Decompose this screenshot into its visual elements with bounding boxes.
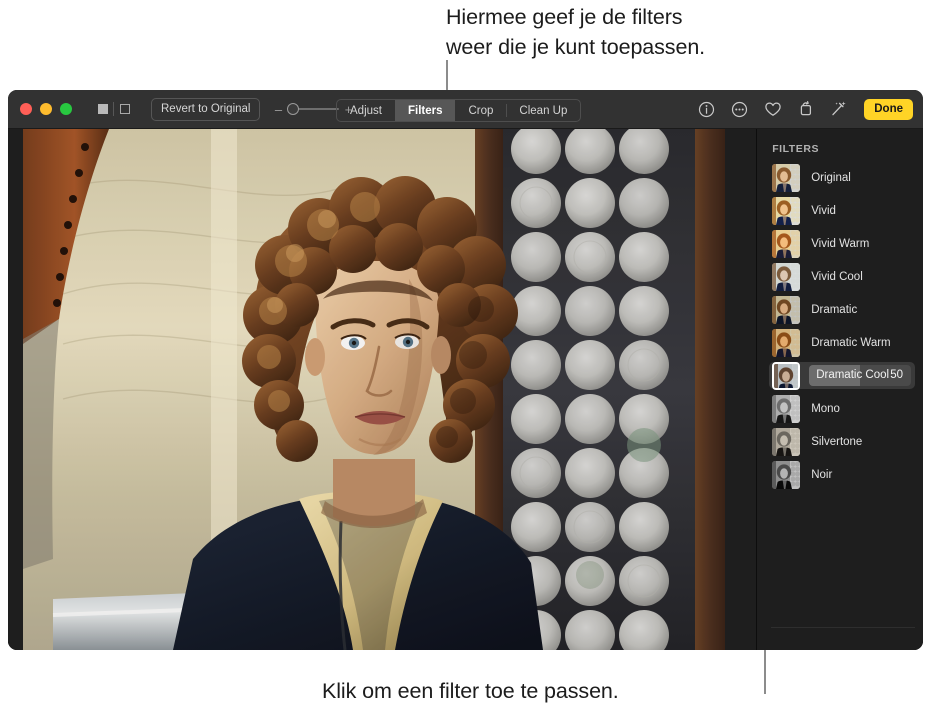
filter-row-mono[interactable]: Mono	[769, 394, 915, 423]
maximize-button[interactable]	[60, 103, 72, 115]
tab-clean-up[interactable]: Clean Up	[506, 100, 580, 121]
callout-top-leader-line	[446, 60, 448, 92]
edited-photo[interactable]	[23, 129, 725, 650]
filters-list: Original Vivid Vivid Warm Vivid Cool Dramati…	[757, 163, 923, 489]
filters-panel-title: FILTERS	[772, 143, 820, 155]
filter-thumbnail	[772, 163, 801, 192]
minimize-button[interactable]	[40, 103, 52, 115]
info-icon[interactable]	[697, 100, 716, 119]
tab-adjust[interactable]: Adjust	[337, 100, 395, 121]
filter-row-silvertone[interactable]: Silvertone	[769, 427, 915, 456]
filter-label: Original	[811, 171, 851, 184]
heart-icon[interactable]	[763, 100, 782, 119]
filter-thumbnail	[772, 262, 801, 291]
photo-canvas	[8, 129, 757, 650]
filter-row-original[interactable]: Original	[769, 163, 915, 192]
filter-row-dramatic[interactable]: Dramatic	[769, 295, 915, 324]
screenshot-root: Hiermee geef je de filters weer die je k…	[0, 0, 931, 716]
filter-thumbnail	[772, 229, 801, 258]
edit-mode-segmented-control: Adjust Filters Crop Clean Up	[336, 99, 582, 122]
filter-label: Vivid	[811, 204, 836, 217]
filter-row-dramatic-cool[interactable]: Dramatic Cool 50	[769, 361, 915, 390]
toolbar-actions: Done	[697, 90, 913, 128]
revert-to-original-button[interactable]: Revert to Original	[151, 97, 261, 121]
split-view-button[interactable]	[114, 100, 135, 119]
filter-thumbnail	[772, 196, 801, 225]
filter-label: Mono	[811, 402, 840, 415]
callout-top-text: Hiermee geef je de filters weer die je k…	[446, 5, 706, 59]
done-button-label: Done	[874, 103, 903, 115]
outline-square-icon	[119, 104, 130, 114]
filter-row-vivid-cool[interactable]: Vivid Cool	[769, 262, 915, 291]
tab-crop[interactable]: Crop	[455, 100, 506, 121]
toolbar: Revert to Original – + Adjust Filters Cr…	[8, 90, 923, 129]
single-view-button[interactable]	[92, 100, 113, 119]
callout-bottom-text: Klik om een filter toe te passen.	[322, 679, 619, 703]
filter-label: Noir	[811, 468, 833, 481]
filter-intensity-slider[interactable]: Dramatic Cool 50	[809, 365, 911, 386]
photos-editor-window: Revert to Original – + Adjust Filters Cr…	[8, 90, 923, 650]
view-mode-toggle	[92, 100, 135, 119]
revert-to-original-label: Revert to Original	[161, 103, 251, 115]
filter-thumbnail	[772, 328, 801, 357]
filled-square-icon	[97, 104, 108, 114]
tab-filters[interactable]: Filters	[394, 100, 456, 121]
filter-row-vivid-warm[interactable]: Vivid Warm	[769, 229, 915, 258]
done-button[interactable]: Done	[864, 98, 913, 120]
filter-label: Vivid Warm	[811, 237, 870, 250]
filter-row-dramatic-warm[interactable]: Dramatic Warm	[769, 328, 915, 357]
more-options-icon[interactable]	[730, 100, 749, 119]
editor-body: FILTERS Original Vivid Vivid Warm Vivid Coo…	[8, 129, 923, 650]
filter-label: Silvertone	[811, 435, 863, 448]
filter-intensity-value: 50	[890, 369, 903, 381]
filter-thumbnail	[772, 460, 801, 489]
close-button[interactable]	[20, 103, 32, 115]
filters-sidebar: FILTERS Original Vivid Vivid Warm Vivid Coo…	[756, 129, 923, 650]
filter-row-noir[interactable]: Noir	[769, 460, 915, 489]
filter-thumbnail	[772, 361, 801, 390]
filter-thumbnail	[772, 295, 801, 324]
filter-label: Dramatic	[811, 303, 858, 316]
zoom-slider-track[interactable]	[287, 102, 340, 116]
filter-label: Dramatic Cool	[816, 369, 890, 381]
auto-enhance-icon[interactable]	[829, 100, 848, 119]
filter-thumbnail	[772, 394, 801, 423]
filter-label: Dramatic Warm	[811, 336, 891, 349]
window-controls	[20, 103, 72, 115]
sidebar-divider	[771, 627, 915, 628]
callout-bottom-leader-line	[764, 648, 766, 694]
zoom-out-icon[interactable]: –	[274, 103, 282, 116]
filter-thumbnail	[772, 427, 801, 456]
filter-label: Vivid Cool	[811, 270, 863, 283]
zoom-slider-knob[interactable]	[287, 103, 300, 115]
rotate-icon[interactable]	[796, 100, 815, 119]
filter-row-vivid[interactable]: Vivid	[769, 196, 915, 225]
